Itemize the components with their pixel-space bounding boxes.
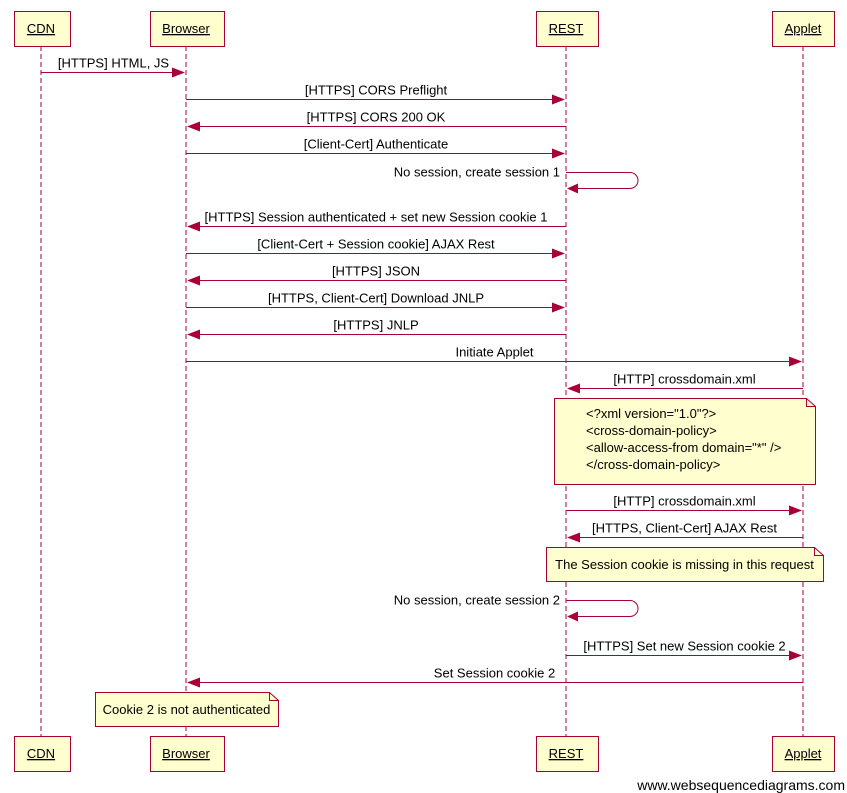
arrowhead (789, 356, 802, 367)
arrowhead (187, 221, 200, 232)
note-text: <?xml version="1.0"?> (586, 406, 716, 421)
participant-applet-bottom: Applet (772, 736, 835, 772)
arrowhead (567, 383, 580, 394)
participant-label: Browser (162, 21, 210, 36)
message-label: [HTTPS] Set new Session cookie 2 (583, 639, 785, 654)
note-text: <allow-access-from domain="*" /> (586, 440, 781, 455)
arrowhead (552, 248, 565, 259)
message-14: [HTTPS, Client-Cert] AJAX Rest (567, 521, 803, 543)
sequence-diagram: CDN CDN Browser Browser REST REST Applet Applet… (14, 11, 835, 772)
arrowhead (187, 121, 200, 132)
message-5: No session, create session 1 (394, 165, 639, 194)
note-2: The Session cookie is missing in this re… (546, 547, 824, 582)
participant-cdn-top: CDN (14, 11, 71, 47)
participant-label: CDN (27, 21, 55, 36)
note-1: <?xml version="1.0"?> <cross-domain-polic… (554, 398, 816, 485)
arrowhead (187, 329, 200, 340)
message-label: [HTTPS, Client-Cert] AJAX Rest (592, 521, 777, 536)
message-label: [HTTPS] HTML, JS (58, 56, 170, 71)
note-text: <cross-domain-policy> (586, 423, 717, 438)
message-label: [HTTPS] JSON (332, 264, 420, 279)
arrowhead (552, 302, 565, 313)
arrowhead (567, 532, 580, 543)
participant-browser-bottom: Browser (150, 736, 225, 772)
participant-label: Applet (785, 746, 822, 761)
message-3: [HTTPS] CORS 200 OK (187, 110, 566, 132)
message-1: [HTTPS] HTML, JS (41, 56, 185, 78)
arrowhead (552, 94, 565, 105)
arrowhead (789, 650, 802, 661)
footer-watermark: www.websequencediagrams.com (637, 777, 845, 793)
message-2: [HTTPS] CORS Preflight (186, 83, 565, 105)
note-3: Cookie 2 is not authenticated (95, 692, 279, 727)
message-label: No session, create session 1 (394, 165, 560, 180)
arrowhead (567, 611, 578, 622)
participant-browser-top: Browser (150, 11, 225, 47)
participant-cdn-bottom: CDN (14, 736, 71, 772)
arrowhead (187, 275, 200, 286)
message-label: Initiate Applet (455, 345, 533, 360)
message-label: [HTTPS, Client-Cert] Download JNLP (268, 291, 484, 306)
note-text: Cookie 2 is not authenticated (103, 702, 271, 717)
message-label: [HTTP] crossdomain.xml (613, 372, 755, 387)
message-12: [HTTP] crossdomain.xml (567, 372, 803, 394)
message-4: [Client-Cert] Authenticate (186, 137, 565, 159)
message-label: [HTTPS] CORS Preflight (305, 83, 448, 98)
message-label: [Client-Cert + Session cookie] AJAX Rest (257, 237, 495, 252)
note-text: The Session cookie is missing in this re… (555, 557, 814, 572)
message-6: [HTTPS] Session authenticated + set new … (187, 210, 566, 232)
message-label: [HTTPS] Session authenticated + set new … (205, 210, 548, 225)
participant-label: Browser (162, 746, 210, 761)
note-text: </cross-domain-policy> (586, 457, 720, 472)
message-16: [HTTPS] Set new Session cookie 2 (566, 639, 802, 661)
arrowhead (187, 677, 200, 688)
arrowhead (172, 67, 185, 78)
message-10: [HTTPS] JNLP (187, 318, 566, 340)
message-7: [Client-Cert + Session cookie] AJAX Rest (186, 237, 565, 259)
arrowhead (567, 183, 578, 194)
message-label: [Client-Cert] Authenticate (304, 137, 449, 152)
message-17: Set Session cookie 2 (187, 666, 803, 688)
message-label: [HTTPS] JNLP (333, 318, 418, 333)
message-label: [HTTP] crossdomain.xml (613, 494, 755, 509)
participant-rest-top: REST (536, 11, 599, 47)
message-15: No session, create session 2 (394, 593, 639, 622)
message-label: No session, create session 2 (394, 593, 560, 608)
arrowhead (789, 505, 802, 516)
participant-label: CDN (27, 746, 55, 761)
participant-label: Applet (785, 21, 822, 36)
participant-label: REST (549, 21, 584, 36)
message-8: [HTTPS] JSON (187, 264, 566, 286)
arrowhead (552, 148, 565, 159)
message-11: Initiate Applet (186, 345, 802, 367)
participant-label: REST (549, 746, 584, 761)
message-label: [HTTPS] CORS 200 OK (307, 110, 446, 125)
message-13: [HTTP] crossdomain.xml (566, 494, 802, 516)
message-label: Set Session cookie 2 (434, 666, 555, 681)
message-9: [HTTPS, Client-Cert] Download JNLP (186, 291, 565, 313)
participant-rest-bottom: REST (536, 736, 599, 772)
participant-applet-top: Applet (772, 11, 835, 47)
